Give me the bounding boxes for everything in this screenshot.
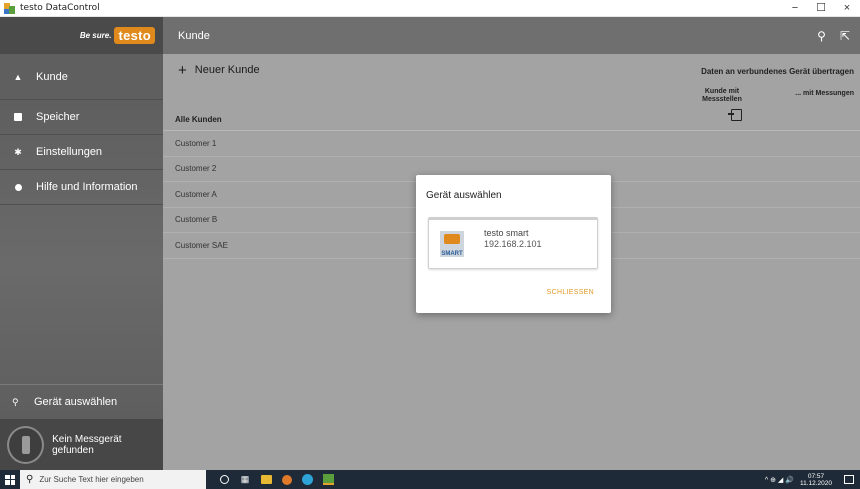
gear-icon: ✱ xyxy=(14,146,22,157)
device-image: SMART xyxy=(440,231,464,257)
window-controls: − ☐ × xyxy=(782,0,860,17)
testo-logo: testo xyxy=(114,27,155,44)
clock[interactable]: 07:57 11.12.2020 xyxy=(800,473,832,487)
device-name: testo smart xyxy=(484,228,529,238)
transfer-title: Daten an verbundenes Gerät übertragen xyxy=(701,67,854,76)
new-customer-label: Neuer Kunde xyxy=(194,64,260,76)
list-item[interactable]: Customer 1 xyxy=(163,131,860,157)
clock-time: 07:57 xyxy=(807,472,825,480)
close-dialog-button[interactable]: SCHLIESSEN xyxy=(547,289,594,296)
window-titlebar: testo DataControl − ☐ × xyxy=(0,0,860,17)
notification-icon[interactable] xyxy=(844,475,854,484)
search-icon: ⚲ xyxy=(12,396,19,407)
clock-date: 11.12.2020 xyxy=(799,479,832,487)
device-status-text: Kein Messgerät gefunden xyxy=(52,433,122,456)
sidebar-item-label: Hilfe und Information xyxy=(36,181,138,193)
transfer-with-locations: Kunde mit Messstellen xyxy=(702,88,742,103)
brand-tagline: Be sure. xyxy=(79,31,112,40)
system-tray: ^ ⊕ ◢ 🔊 07:57 11.12.2020 xyxy=(765,470,854,489)
windows-icon xyxy=(5,474,15,485)
transfer-with-measurements: ... mit Messungen xyxy=(795,90,854,97)
task-view-icon[interactable]: ▦ xyxy=(239,474,251,486)
sidebar-item-label: Speicher xyxy=(36,111,80,123)
maximize-button[interactable]: ☐ xyxy=(808,0,834,17)
person-icon: ▲ xyxy=(13,71,23,82)
testo-app-icon[interactable] xyxy=(323,474,334,485)
sidebar-item-kunde[interactable]: ▲ Kunde xyxy=(0,54,163,100)
taskbar-search[interactable]: ⚲ Zur Suche Text hier eingeben xyxy=(20,470,206,489)
storage-icon xyxy=(12,111,24,123)
sidebar: Be sure. testo ▲ Kunde Speicher ✱ Einste… xyxy=(0,17,163,470)
device-badge: SMART xyxy=(441,251,463,257)
start-button[interactable] xyxy=(0,470,20,489)
dialog-title: Gerät auswählen xyxy=(426,190,502,201)
explorer-icon[interactable] xyxy=(261,475,272,484)
device-status: Kein Messgerät gefunden xyxy=(0,419,163,470)
taskbar: ⚲ Zur Suche Text hier eingeben ▦ ^ ⊕ ◢ 🔊… xyxy=(0,470,860,489)
sidebar-item-label: Kunde xyxy=(36,70,68,83)
plus-icon: + xyxy=(178,61,187,79)
device-avatar xyxy=(7,425,45,464)
tray-icons[interactable]: ^ ⊕ ◢ 🔊 xyxy=(765,476,794,484)
export-icon[interactable]: ⇱ xyxy=(840,29,850,43)
sidebar-item-hilfe[interactable]: Hilfe und Information xyxy=(0,170,163,205)
device-ip: 192.168.2.101 xyxy=(484,239,542,249)
close-window-button[interactable]: × xyxy=(834,0,860,17)
taskbar-search-placeholder: Zur Suche Text hier eingeben xyxy=(39,475,144,484)
cortana-icon[interactable] xyxy=(220,475,229,484)
sidebar-header: Be sure. testo xyxy=(0,17,163,54)
device-card[interactable]: SMART testo smart 192.168.2.101 xyxy=(428,217,598,269)
search-icon[interactable]: ⚲ xyxy=(817,29,826,43)
new-customer-button[interactable]: + Neuer Kunde xyxy=(178,61,260,79)
device-select-label: Gerät auswählen xyxy=(34,396,118,408)
edge-icon[interactable] xyxy=(302,474,313,485)
sidebar-item-label: Einstellungen xyxy=(36,146,103,158)
page-title: Kunde xyxy=(178,29,210,42)
device-select-button[interactable]: ⚲ Gerät auswählen xyxy=(0,384,163,419)
firefox-icon[interactable] xyxy=(282,474,292,485)
app-icon xyxy=(4,2,15,14)
minimize-button[interactable]: − xyxy=(782,0,808,17)
search-icon: ⚲ xyxy=(26,474,34,485)
sidebar-item-einstellungen[interactable]: ✱ Einstellungen xyxy=(0,135,163,170)
select-device-dialog: Gerät auswählen SMART testo smart 192.16… xyxy=(416,175,611,313)
info-icon xyxy=(12,181,24,193)
window-title: testo DataControl xyxy=(20,3,100,13)
taskbar-apps: ▦ xyxy=(220,474,334,486)
list-header: Alle Kunden xyxy=(163,108,860,131)
sidebar-item-speicher[interactable]: Speicher xyxy=(0,100,163,135)
app-bar: Kunde ⚲ ⇱ xyxy=(163,17,860,54)
